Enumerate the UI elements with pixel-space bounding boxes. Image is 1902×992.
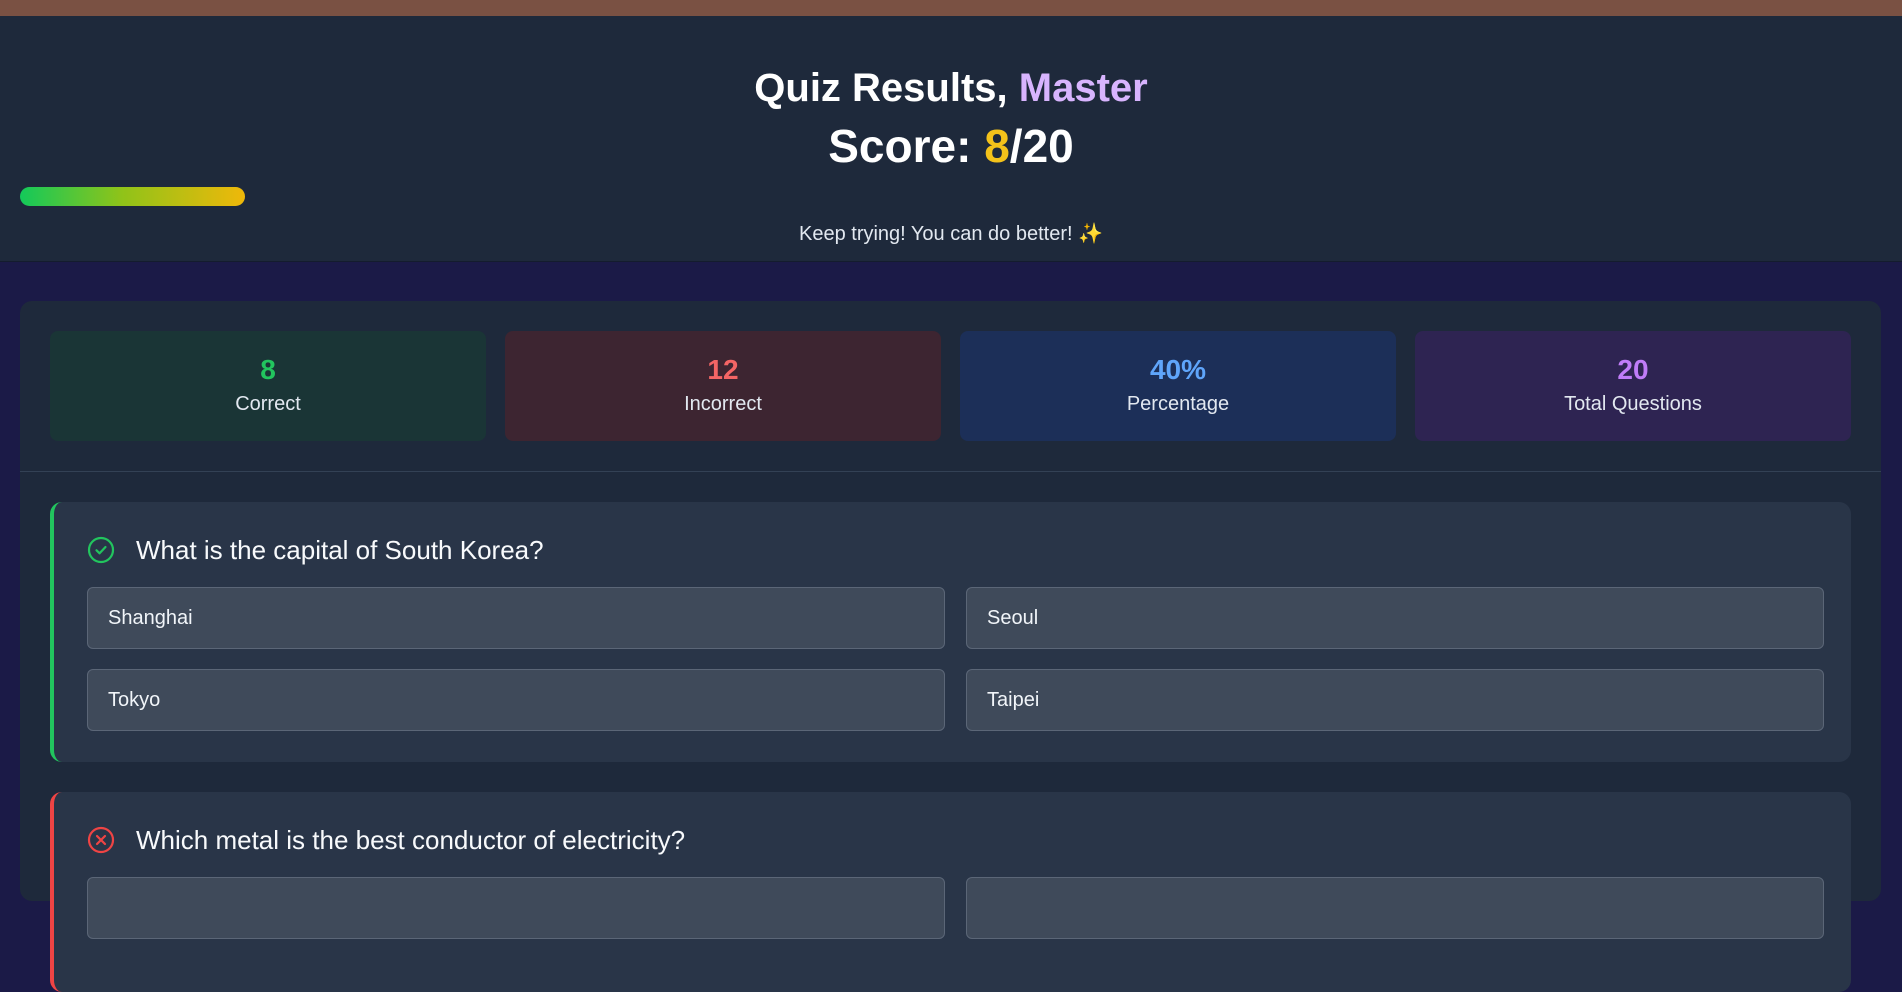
score-display: Score: 8/20 xyxy=(0,120,1902,172)
answer-option: Taipei xyxy=(966,669,1824,731)
stat-label: Correct xyxy=(235,393,301,415)
user-name: Master xyxy=(1018,66,1148,110)
score-correct: 8 xyxy=(984,120,1010,172)
score-label: Score: xyxy=(828,120,985,172)
stat-value: 20 xyxy=(1617,354,1649,385)
results-panel: 8 Correct 12 Incorrect 40% Percentage 20… xyxy=(20,301,1881,992)
answer-option: Tokyo xyxy=(87,669,945,731)
score-progress-bar xyxy=(20,187,245,206)
stat-card-total-questions: 20 Total Questions xyxy=(1415,331,1851,441)
encouragement-message: Keep trying! You can do better! ✨ xyxy=(799,223,1103,245)
question-card-correct: What is the capital of South Korea? Shan… xyxy=(50,502,1851,762)
stat-card-incorrect: 12 Incorrect xyxy=(505,331,941,441)
stat-card-correct: 8 Correct xyxy=(50,331,486,441)
stat-value: 40% xyxy=(1149,354,1207,385)
answer-option xyxy=(966,877,1824,939)
top-accent-bar xyxy=(0,0,1902,16)
title-prefix: Quiz Results, xyxy=(754,66,1019,110)
results-header: Quiz Results, Master Score: 8/20 Keep tr… xyxy=(0,16,1902,262)
score-total: /20 xyxy=(1009,120,1074,172)
stat-label: Percentage xyxy=(1126,393,1230,415)
stat-card-percentage: 40% Percentage xyxy=(960,331,1396,441)
stat-label: Incorrect xyxy=(684,393,762,415)
stat-value: 8 xyxy=(260,354,276,385)
stat-value: 12 xyxy=(707,354,739,385)
question-text: What is the capital of South Korea? xyxy=(136,535,544,565)
check-circle-icon xyxy=(87,536,115,564)
stat-label: Total Questions xyxy=(1564,393,1702,415)
x-circle-icon xyxy=(87,826,115,854)
answer-option: Seoul xyxy=(966,587,1824,649)
results-title: Quiz Results, Master xyxy=(0,64,1902,112)
question-card-incorrect: Which metal is the best conductor of ele… xyxy=(50,792,1851,992)
question-text: Which metal is the best conductor of ele… xyxy=(136,825,686,855)
stats-row: 8 Correct 12 Incorrect 40% Percentage 20… xyxy=(50,331,1851,441)
answer-option: Shanghai xyxy=(87,587,945,649)
answer-option xyxy=(87,877,945,939)
section-divider xyxy=(20,471,1881,472)
